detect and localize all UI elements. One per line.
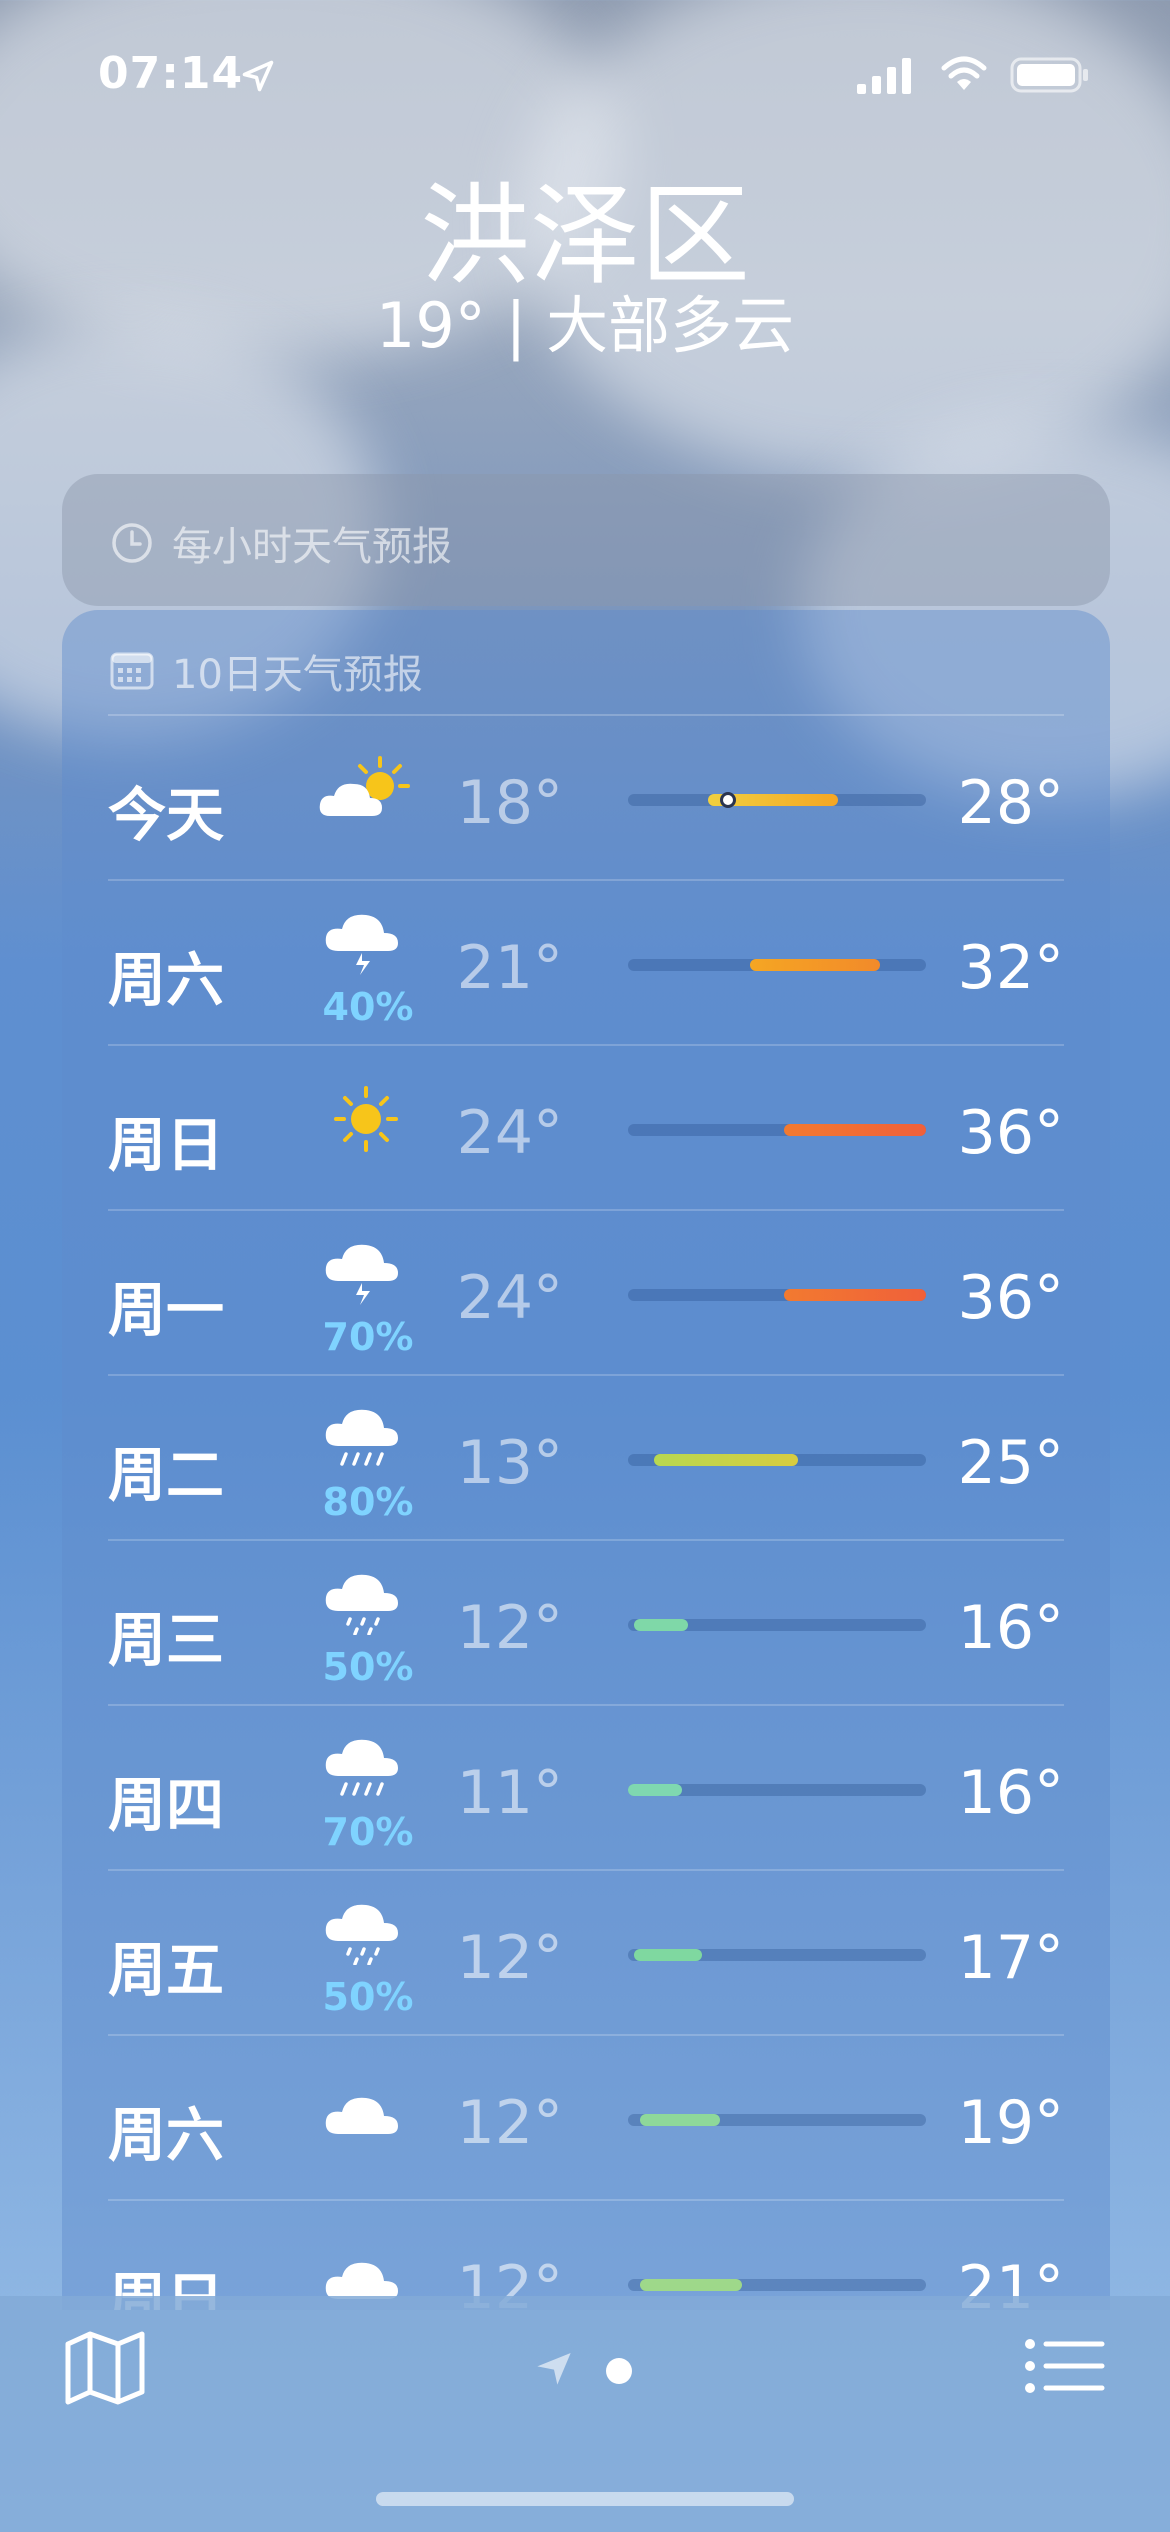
- list-icon[interactable]: [1024, 2336, 1106, 2396]
- rain-icon: [325, 1739, 398, 1796]
- temp-range-bar: [628, 2114, 926, 2126]
- high-temp: 36°: [957, 1098, 1064, 1168]
- temp-range-bar: [628, 1289, 926, 1301]
- forecast-row[interactable]: 周三 50% 12° 16°: [108, 1541, 1064, 1706]
- rain-icon: [325, 1409, 398, 1466]
- day-label: 周二: [108, 1441, 225, 1509]
- home-indicator[interactable]: [376, 2492, 794, 2506]
- precip-chance: 40%: [322, 985, 414, 1029]
- forecast-row[interactable]: 周六 12° 19°: [108, 2036, 1064, 2201]
- bottom-toolbar: [0, 2296, 1170, 2532]
- location-arrow-icon: [242, 60, 274, 92]
- drizzle-icon: [325, 1574, 398, 1635]
- sun-icon: [334, 1086, 398, 1152]
- temp-range-bar: [628, 1784, 926, 1796]
- low-temp: 24°: [456, 1098, 563, 1168]
- battery-icon: [1010, 57, 1088, 93]
- day-label: 周三: [108, 1606, 225, 1674]
- forecast-row[interactable]: 周二 80% 13° 25°: [108, 1376, 1064, 1541]
- partly-sunny-icon: [319, 756, 410, 816]
- forecast-row[interactable]: 周一 70% 24° 36°: [108, 1211, 1064, 1376]
- precip-chance: 80%: [322, 1480, 414, 1524]
- ten-day-forecast-title: 10日天气预报: [172, 652, 423, 698]
- day-label: 周日: [108, 1111, 225, 1179]
- low-temp: 13°: [456, 1428, 563, 1498]
- day-label: 今天: [108, 781, 225, 849]
- high-temp: 16°: [957, 1593, 1064, 1663]
- temp-range-bar: [628, 1619, 926, 1631]
- drizzle-icon: [325, 1904, 398, 1965]
- high-temp: 19°: [957, 2088, 1064, 2158]
- thunderstorm-icon: [325, 1244, 398, 1305]
- precip-chance: 70%: [322, 1810, 414, 1854]
- day-label: 周一: [108, 1276, 225, 1344]
- clock-icon: [112, 523, 152, 563]
- calendar-icon: [110, 652, 154, 690]
- forecast-row[interactable]: 周四 70% 11° 16°: [108, 1706, 1064, 1871]
- low-temp: 11°: [456, 1758, 563, 1828]
- day-label: 周六: [108, 2101, 225, 2169]
- hourly-forecast-title: 每小时天气预报: [172, 524, 452, 570]
- low-temp: 24°: [456, 1263, 563, 1333]
- high-temp: 36°: [957, 1263, 1064, 1333]
- forecast-row[interactable]: 周五 50% 12° 17°: [108, 1871, 1064, 2036]
- hourly-forecast-card[interactable]: 每小时天气预报: [62, 474, 1110, 606]
- high-temp: 17°: [957, 1923, 1064, 1993]
- status-time: 07:14: [98, 48, 244, 99]
- day-label: 周六: [108, 946, 225, 1014]
- low-temp: 21°: [456, 933, 563, 1003]
- high-temp: 16°: [957, 1758, 1064, 1828]
- high-temp: 28°: [957, 768, 1064, 838]
- precip-chance: 50%: [322, 1975, 414, 2019]
- low-temp: 12°: [456, 1923, 563, 1993]
- low-temp: 18°: [456, 768, 563, 838]
- temp-range-bar: [628, 959, 926, 971]
- temp-range-bar: [628, 792, 926, 808]
- temp-range-bar: [628, 1454, 926, 1466]
- status-bar: 07:14: [0, 48, 1170, 108]
- page-indicator-dot[interactable]: [606, 2358, 632, 2384]
- high-temp: 25°: [957, 1428, 1064, 1498]
- cloud-icon: [325, 2097, 398, 2134]
- temp-range-bar: [628, 1949, 926, 1961]
- low-temp: 12°: [456, 2088, 563, 2158]
- temp-range-bar: [628, 1124, 926, 1136]
- current-location-page-icon[interactable]: [534, 2348, 574, 2388]
- cellular-signal-icon: [857, 58, 911, 94]
- wifi-icon: [941, 56, 987, 90]
- current-temp-dot: [720, 792, 736, 808]
- day-label: 周五: [108, 1936, 225, 2004]
- thunderstorm-icon: [325, 914, 398, 975]
- high-temp: 32°: [957, 933, 1064, 1003]
- forecast-row[interactable]: 周六 40% 21° 32°: [108, 881, 1064, 1046]
- forecast-row[interactable]: 周日 12° 21°: [108, 2201, 1064, 2310]
- day-label: 周四: [108, 1771, 225, 1839]
- current-conditions: 19° | 大部多云: [375, 289, 795, 362]
- forecast-row-today[interactable]: 今天 18° 28°: [108, 716, 1064, 881]
- temp-range-bar: [628, 2279, 926, 2291]
- ten-day-forecast-card[interactable]: 10日天气预报 今天 18° 28° 周六 40% 21° 32° 周日 24°…: [62, 610, 1110, 2310]
- precip-chance: 50%: [322, 1645, 414, 1689]
- low-temp: 12°: [456, 1593, 563, 1663]
- precip-chance: 70%: [322, 1315, 414, 1359]
- forecast-row[interactable]: 周日 24° 36°: [108, 1046, 1064, 1211]
- city-name: 洪泽区: [420, 172, 750, 300]
- map-icon[interactable]: [62, 2328, 148, 2408]
